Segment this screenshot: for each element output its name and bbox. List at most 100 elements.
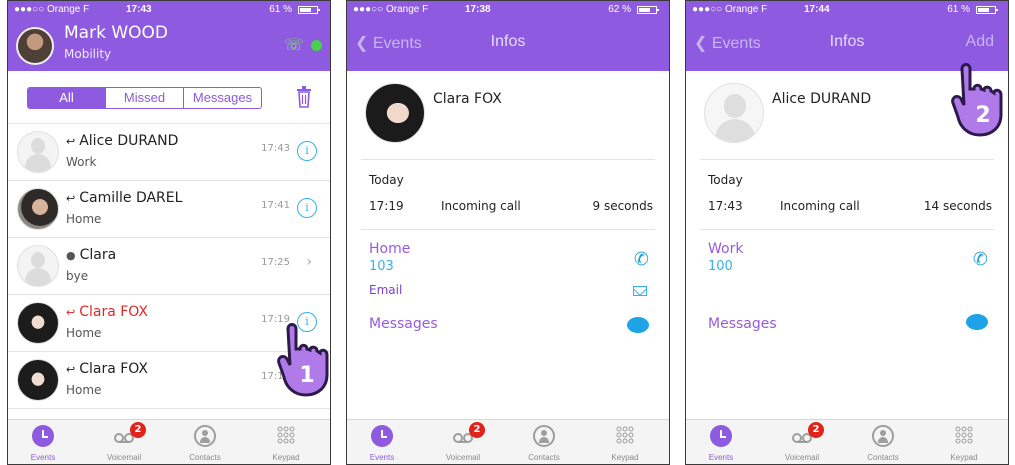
info-icon[interactable]: i [297, 141, 317, 161]
tab-voicemail[interactable]: 2 Voicemail [431, 420, 495, 464]
tab-events[interactable]: Events [11, 420, 75, 464]
filter-all[interactable]: All [28, 88, 105, 108]
avatar [17, 131, 59, 173]
contact-name-row: ● Clara [66, 247, 116, 263]
contact-name-row: ↩ Camille DAREL [66, 190, 182, 206]
tab-events[interactable]: Events [689, 420, 753, 464]
contact-label: Home [66, 326, 102, 340]
call-time: 17:19 [369, 199, 404, 213]
call-duration: 14 seconds [923, 199, 992, 213]
list-item[interactable]: ↩ Camille DAREL Home 17:41 i [8, 181, 330, 238]
contact-name: Clara FOX [433, 91, 502, 107]
clara-info-screen: ●●●○○ Orange F 17:38 62 % ❮ Events Infos… [346, 0, 670, 465]
tab-contacts[interactable]: Contacts [173, 420, 237, 464]
tab-label: Events [369, 453, 395, 462]
call-type: Incoming call [780, 199, 860, 213]
incoming-call-icon: ↩ [66, 363, 76, 376]
tab-keypad[interactable]: Keypad [593, 420, 657, 464]
tab-label: Voicemail [784, 453, 820, 462]
user-name: Mark WOOD [64, 23, 168, 43]
missed-call-icon: ↩ [66, 306, 76, 319]
event-time: 17:41 [261, 200, 290, 211]
battery-percent: 61 % [947, 4, 970, 15]
chevron-right-icon[interactable]: › [306, 254, 312, 270]
contact-name: Clara [79, 247, 117, 263]
status-time: 17:38 [465, 4, 491, 15]
tab-keypad[interactable]: Keypad [932, 420, 996, 464]
keypad-icon [277, 426, 295, 444]
step-number-2: 2 [975, 103, 990, 128]
tab-voicemail[interactable]: 2 Voicemail [770, 420, 834, 464]
chat-bubble-icon[interactable] [966, 314, 988, 330]
phone-icon[interactable]: ✆ [634, 249, 649, 270]
contact-name-row: ↩ Alice DURAND [66, 133, 178, 149]
presence-icon [311, 40, 322, 51]
filter-bar: All Missed Messages [8, 71, 330, 124]
avatar [17, 302, 59, 344]
contacts-icon [194, 425, 216, 447]
phone-icon[interactable]: ✆ [973, 249, 988, 270]
carrier-label: ●●●○○ Orange F [353, 4, 429, 15]
message-bubble-icon: ● [66, 249, 76, 262]
tap-hand-icon: 2 [951, 63, 1003, 137]
contact-label: Work [66, 155, 97, 169]
battery-percent: 61 % [269, 4, 292, 15]
tab-label: Events [708, 453, 734, 462]
list-item[interactable]: ● Clara bye 17:25 › [8, 238, 330, 295]
incoming-call-icon: ↩ [66, 192, 76, 205]
trash-icon[interactable] [296, 86, 312, 108]
battery-icon [298, 6, 320, 14]
day-label: Today [708, 173, 743, 187]
tap-hand-icon: 1 [277, 323, 329, 397]
chat-bubble-icon[interactable] [627, 317, 649, 333]
home-number[interactable]: 103 [369, 259, 394, 274]
contacts-icon [872, 425, 894, 447]
contact-name: Clara FOX [79, 304, 149, 320]
add-contact-button[interactable]: Add [966, 33, 994, 51]
info-icon[interactable]: i [297, 198, 317, 218]
tab-label: Voicemail [106, 453, 142, 462]
avatar[interactable] [16, 27, 54, 65]
tab-contacts[interactable]: Contacts [851, 420, 915, 464]
work-label: Work [708, 241, 744, 257]
events-screen: ●●●○○ Orange F 17:43 61 % Mark WOOD Mobi… [7, 0, 331, 465]
filter-missed[interactable]: Missed [105, 88, 183, 108]
incoming-call-icon: ↩ [66, 135, 76, 148]
tab-voicemail[interactable]: 2 Voicemail [92, 420, 156, 464]
tab-label: Keypad [611, 453, 639, 462]
divider [700, 159, 994, 160]
list-item[interactable]: ↩ Alice DURAND Work 17:43 i [8, 124, 330, 181]
tab-label: Keypad [272, 453, 300, 462]
battery-percent: 62 % [608, 4, 631, 15]
nav-bar: ❮ Events Infos [347, 19, 669, 71]
battery-icon [976, 6, 998, 14]
divider [361, 159, 655, 160]
carrier-label: ●●●○○ Orange F [14, 4, 90, 15]
step-number-1: 1 [299, 363, 314, 388]
clock-icon [710, 425, 732, 447]
contact-label: Home [66, 383, 102, 397]
tab-label: Events [30, 453, 56, 462]
status-bar: ●●●○○ Orange F 17:43 61 % [8, 1, 330, 19]
tab-keypad[interactable]: Keypad [254, 420, 318, 464]
avatar [17, 245, 59, 287]
email-label: Email [369, 283, 403, 297]
contact-name: Clara FOX [79, 361, 149, 377]
avatar [17, 359, 59, 401]
day-label: Today [369, 173, 404, 187]
messages-label[interactable]: Messages [369, 316, 438, 332]
tab-events[interactable]: Events [350, 420, 414, 464]
messages-label[interactable]: Messages [708, 316, 777, 332]
battery-icon [637, 6, 659, 14]
tab-contacts[interactable]: Contacts [512, 420, 576, 464]
home-label: Home [369, 241, 411, 257]
message-preview: bye [66, 269, 89, 283]
tab-label: Contacts [528, 453, 560, 462]
user-status: Mobility [64, 47, 112, 61]
call-type: Incoming call [441, 199, 521, 213]
contact-label: Home [66, 212, 102, 226]
mail-icon[interactable] [633, 286, 647, 296]
page-title: Infos [490, 33, 526, 50]
work-number[interactable]: 100 [708, 259, 733, 274]
filter-messages[interactable]: Messages [183, 88, 261, 108]
